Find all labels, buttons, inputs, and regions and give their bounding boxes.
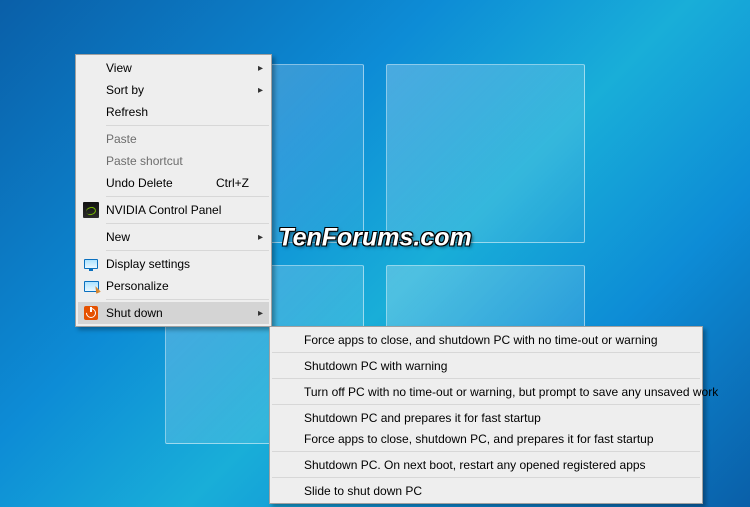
personalize-icon bbox=[83, 278, 99, 294]
nvidia-icon bbox=[83, 202, 99, 218]
menu-personalize[interactable]: Personalize bbox=[78, 275, 269, 297]
separator bbox=[106, 250, 269, 251]
display-icon bbox=[83, 256, 99, 272]
menu-label: View bbox=[106, 61, 132, 75]
menu-new[interactable]: New bbox=[78, 226, 269, 248]
submenu-next-boot[interactable]: Shutdown PC. On next boot, restart any o… bbox=[272, 454, 700, 475]
separator bbox=[272, 378, 700, 379]
separator bbox=[272, 404, 700, 405]
separator bbox=[272, 477, 700, 478]
submenu-label: Shutdown PC with warning bbox=[304, 359, 447, 373]
separator bbox=[272, 352, 700, 353]
separator bbox=[106, 223, 269, 224]
submenu-with-warning[interactable]: Shutdown PC with warning bbox=[272, 355, 700, 376]
menu-nvidia[interactable]: NVIDIA Control Panel bbox=[78, 199, 269, 221]
submenu-label: Slide to shut down PC bbox=[304, 484, 422, 498]
submenu-slide[interactable]: Slide to shut down PC bbox=[272, 480, 700, 501]
separator bbox=[106, 196, 269, 197]
menu-paste: Paste bbox=[78, 128, 269, 150]
submenu-force-close-fast[interactable]: Force apps to close, shutdown PC, and pr… bbox=[272, 428, 700, 449]
shortcut-label: Ctrl+Z bbox=[216, 176, 249, 190]
menu-label: Shut down bbox=[106, 306, 163, 320]
desktop-context-menu: View Sort by Refresh Paste Paste shortcu… bbox=[75, 54, 272, 327]
submenu-force-close[interactable]: Force apps to close, and shutdown PC wit… bbox=[272, 329, 700, 350]
submenu-fast-startup[interactable]: Shutdown PC and prepares it for fast sta… bbox=[272, 407, 700, 428]
separator bbox=[272, 451, 700, 452]
menu-label: Undo Delete bbox=[106, 176, 173, 190]
menu-sort-by[interactable]: Sort by bbox=[78, 79, 269, 101]
submenu-label: Force apps to close, shutdown PC, and pr… bbox=[304, 432, 654, 446]
menu-view[interactable]: View bbox=[78, 57, 269, 79]
menu-label: Paste shortcut bbox=[106, 154, 183, 168]
menu-label: Refresh bbox=[106, 105, 148, 119]
menu-undo-delete[interactable]: Undo Delete Ctrl+Z bbox=[78, 172, 269, 194]
submenu-turn-off[interactable]: Turn off PC with no time-out or warning,… bbox=[272, 381, 700, 402]
shutdown-submenu: Force apps to close, and shutdown PC wit… bbox=[269, 326, 703, 504]
menu-label: Paste bbox=[106, 132, 137, 146]
submenu-label: Force apps to close, and shutdown PC wit… bbox=[304, 333, 658, 347]
menu-label: Display settings bbox=[106, 257, 190, 271]
menu-label: NVIDIA Control Panel bbox=[106, 203, 221, 217]
separator bbox=[106, 299, 269, 300]
menu-shut-down[interactable]: Shut down bbox=[78, 302, 269, 324]
separator bbox=[106, 125, 269, 126]
submenu-label: Shutdown PC and prepares it for fast sta… bbox=[304, 411, 541, 425]
menu-display-settings[interactable]: Display settings bbox=[78, 253, 269, 275]
menu-paste-shortcut: Paste shortcut bbox=[78, 150, 269, 172]
shutdown-icon bbox=[83, 305, 99, 321]
menu-label: Personalize bbox=[106, 279, 169, 293]
menu-refresh[interactable]: Refresh bbox=[78, 101, 269, 123]
menu-label: Sort by bbox=[106, 83, 144, 97]
submenu-label: Shutdown PC. On next boot, restart any o… bbox=[304, 458, 646, 472]
pane bbox=[386, 64, 585, 243]
menu-label: New bbox=[106, 230, 130, 244]
submenu-label: Turn off PC with no time-out or warning,… bbox=[304, 385, 718, 399]
